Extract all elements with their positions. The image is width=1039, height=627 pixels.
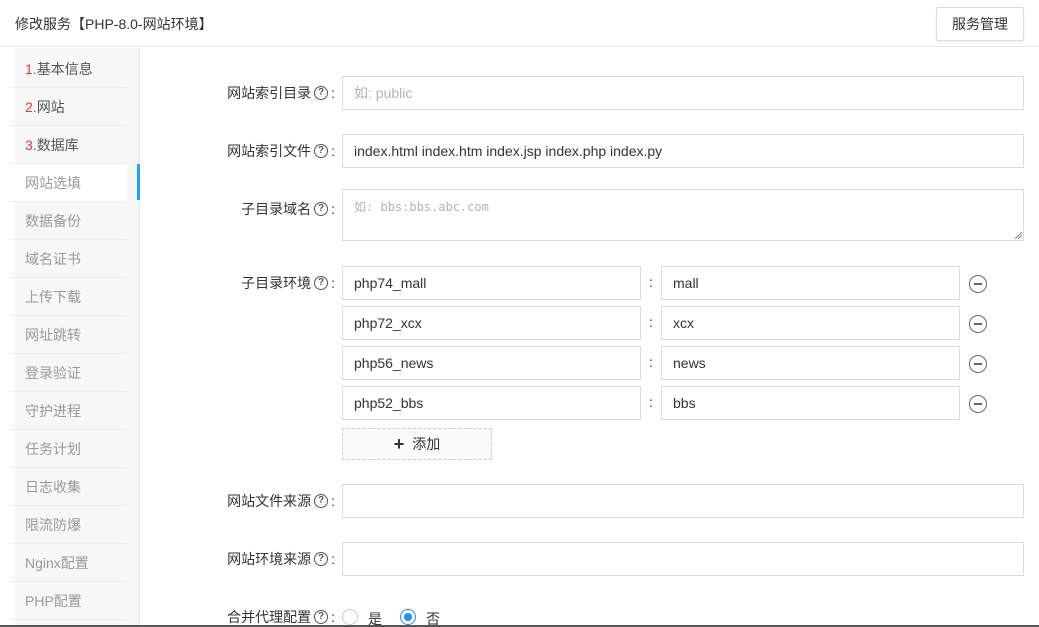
subenv-value-input[interactable]: bbs xyxy=(661,386,960,420)
subenv-value-input[interactable]: mall xyxy=(661,266,960,300)
separator: : xyxy=(649,394,653,410)
minus-circle-icon[interactable] xyxy=(969,315,987,333)
sidebar-item[interactable]: 守护进程 xyxy=(10,392,127,430)
question-circle-icon[interactable]: ? xyxy=(314,494,329,508)
sidebar-item[interactable]: 3.数据库 xyxy=(10,126,127,164)
plus-icon: + xyxy=(393,434,405,454)
active-indicator xyxy=(137,164,140,200)
subenv-value-input[interactable]: news xyxy=(661,346,960,380)
minus-circle-icon[interactable] xyxy=(969,275,987,293)
env-source-input[interactable] xyxy=(342,542,1024,576)
index-file-input[interactable]: index.html index.htm index.jsp index.php… xyxy=(342,134,1024,168)
sidebar-item[interactable]: 限流防爆 xyxy=(10,506,127,544)
separator: : xyxy=(649,274,653,290)
sidebar-item-label: PHP配置 xyxy=(25,593,82,609)
index-dir-input[interactable]: 如: public xyxy=(342,76,1024,110)
sidebar-item-label: 基本信息 xyxy=(36,61,93,77)
sidebar-item[interactable]: 数据备份 xyxy=(10,202,127,240)
sidebar-item[interactable]: 网站选填 xyxy=(10,164,127,202)
subenv-label: 子目录环境 ?: xyxy=(241,275,335,291)
sidebar-item-label: Nginx配置 xyxy=(25,555,89,571)
sidebar-item-label: 数据备份 xyxy=(25,213,81,229)
sidebar-item-label: 网站选填 xyxy=(25,175,81,191)
sidebar-item-label: 任务计划 xyxy=(25,441,81,457)
sidebar-item-label: 域名证书 xyxy=(25,251,81,267)
question-circle-icon[interactable]: ? xyxy=(314,86,329,100)
sidebar-item[interactable]: 域名证书 xyxy=(10,240,127,278)
sidebar-item[interactable]: 日志收集 xyxy=(10,468,127,506)
merge-proxy-label: 合并代理配置 ?: xyxy=(227,609,335,625)
separator: : xyxy=(649,354,653,370)
sidebar-item-label: 网址跳转 xyxy=(25,327,81,343)
sidebar-item[interactable]: Nginx配置 xyxy=(10,544,127,582)
question-circle-icon[interactable]: ? xyxy=(314,552,329,566)
subenv-key-input[interactable]: php74_mall xyxy=(342,266,641,300)
sidebar-item-label: 守护进程 xyxy=(25,403,81,419)
sidebar-item[interactable]: PHP配置 xyxy=(10,582,127,620)
step-number: 1. xyxy=(25,61,37,77)
sidebar-item-label: 数据库 xyxy=(36,137,79,153)
sidebar-item-label: 登录验证 xyxy=(25,365,81,381)
question-circle-icon[interactable]: ? xyxy=(314,276,329,290)
page-title: 修改服务【PHP-8.0-网站环境】 xyxy=(15,16,213,32)
sidebar-item-label: 网站 xyxy=(36,99,65,115)
question-circle-icon[interactable]: ? xyxy=(314,144,329,158)
minus-circle-icon[interactable] xyxy=(969,395,987,413)
question-circle-icon[interactable]: ? xyxy=(314,610,329,624)
radio-no[interactable] xyxy=(400,609,416,625)
subenv-key-input[interactable]: php52_bbs xyxy=(342,386,641,420)
index-dir-label: 网站索引目录 ?: xyxy=(227,85,335,101)
sidebar-item[interactable]: 登录验证 xyxy=(10,354,127,392)
add-subenv-button[interactable]: + 添加 xyxy=(342,428,492,460)
file-source-label: 网站文件来源 ?: xyxy=(227,493,335,509)
sidebar-item-label: 限流防爆 xyxy=(25,517,81,533)
sidebar-item-label: 上传下载 xyxy=(25,289,81,305)
resize-grip-icon[interactable] xyxy=(1014,231,1022,239)
step-number: 2. xyxy=(25,99,37,115)
sidebar-item-label: 日志收集 xyxy=(25,479,81,495)
step-number: 3. xyxy=(25,137,37,153)
page-header: 修改服务【PHP-8.0-网站环境】 服务管理 xyxy=(0,0,1039,47)
subenv-key-input[interactable]: php56_news xyxy=(342,346,641,380)
sidebar-item[interactable]: 任务计划 xyxy=(10,430,127,468)
question-circle-icon[interactable]: ? xyxy=(314,202,329,216)
radio-yes[interactable] xyxy=(342,609,358,625)
minus-circle-icon[interactable] xyxy=(969,355,987,373)
separator: : xyxy=(649,314,653,330)
sidebar-item[interactable]: 上传下载 xyxy=(10,278,127,316)
env-source-label: 网站环境来源 ?: xyxy=(227,551,335,567)
index-file-label: 网站索引文件 ?: xyxy=(227,143,335,159)
sidebar-item[interactable]: 2.网站 xyxy=(10,88,127,126)
sidebar-item[interactable]: 网址跳转 xyxy=(10,316,127,354)
service-manage-button[interactable]: 服务管理 xyxy=(936,7,1024,41)
subenv-value-input[interactable]: xcx xyxy=(661,306,960,340)
sidebar-item[interactable]: 1.基本信息 xyxy=(10,50,127,88)
subdomain-label: 子目录域名 ?: xyxy=(241,201,335,217)
file-source-input[interactable] xyxy=(342,484,1024,518)
subenv-key-input[interactable]: php72_xcx xyxy=(342,306,641,340)
subdomain-textarea[interactable]: 如: bbs:bbs.abc.com xyxy=(342,189,1024,241)
